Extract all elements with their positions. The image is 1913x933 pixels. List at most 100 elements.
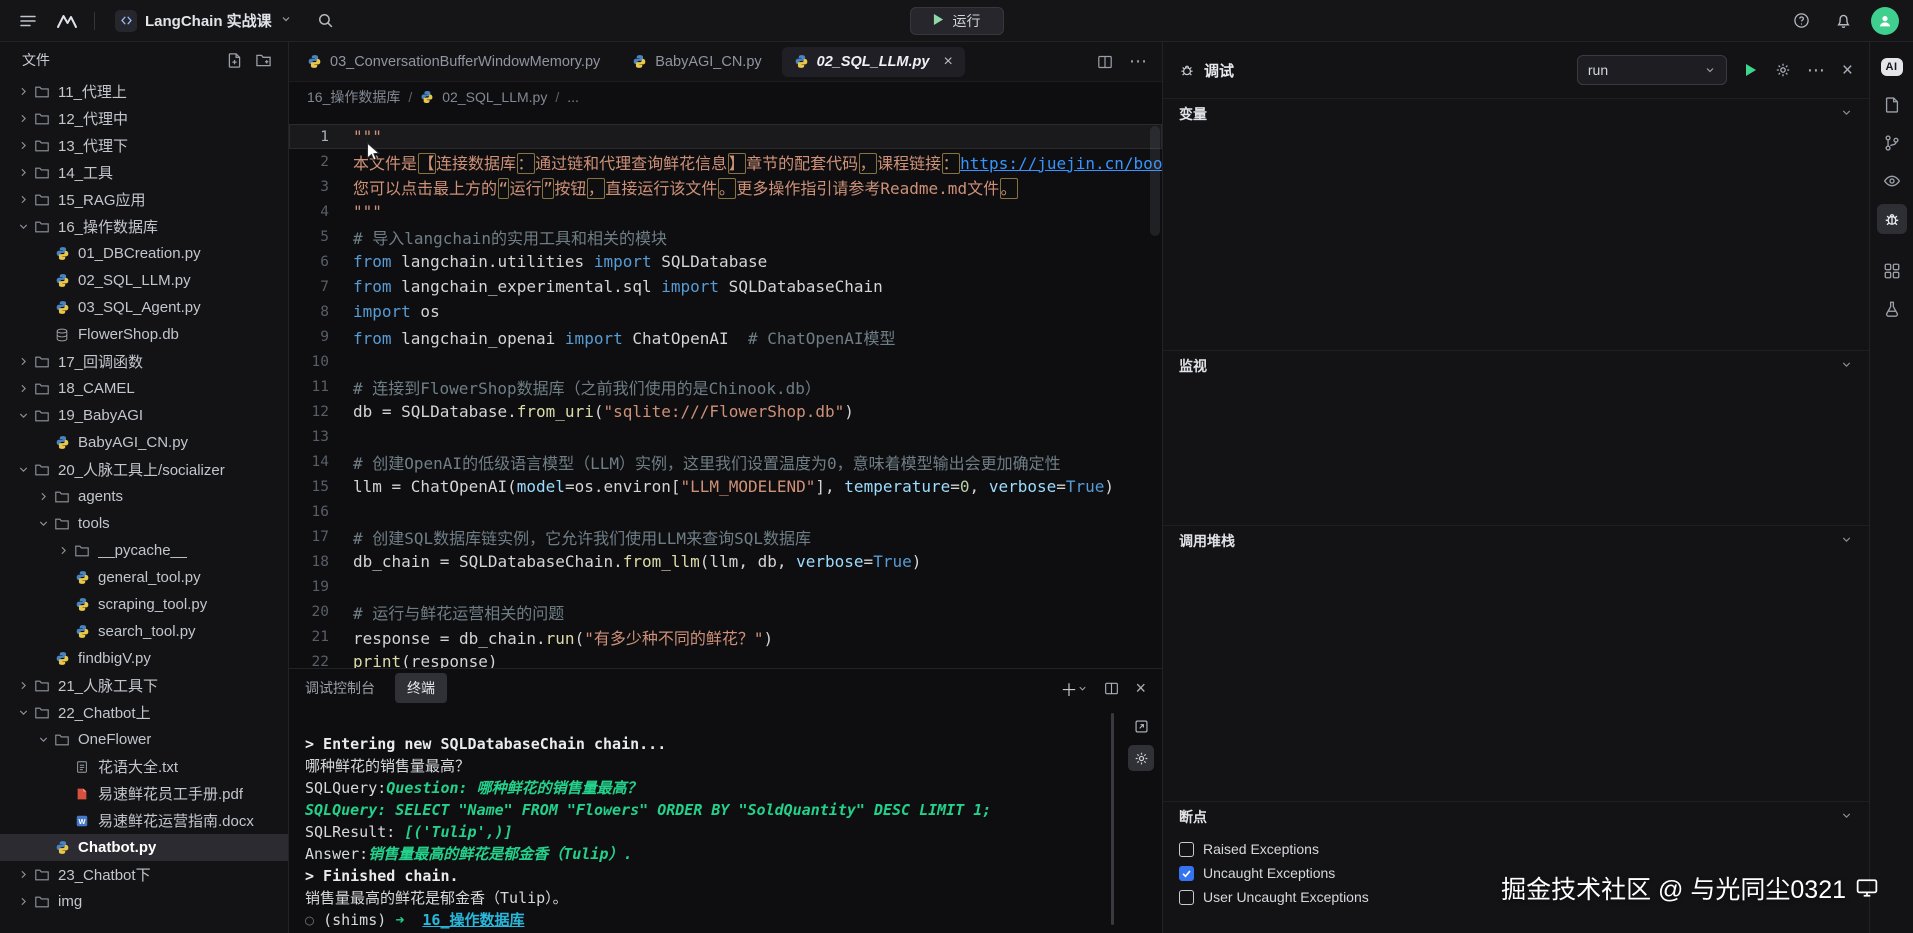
- tree-file-row[interactable]: 花语大全.txt: [0, 753, 288, 780]
- terminal-scrollbar[interactable]: [1111, 713, 1114, 925]
- tree-folder-row[interactable]: 20_人脉工具上/socializer: [0, 456, 288, 483]
- tree-file-row[interactable]: scraping_tool.py: [0, 591, 288, 618]
- tree-file-row[interactable]: W易速鲜花运营指南.docx: [0, 807, 288, 834]
- tree-folder-row[interactable]: 14_工具: [0, 159, 288, 186]
- flask-icon[interactable]: [1877, 294, 1907, 324]
- chevron-right-icon: [14, 382, 32, 395]
- open-in-editor-icon[interactable]: [1128, 713, 1154, 739]
- tree-item-label: 21_人脉工具下: [58, 675, 158, 696]
- tree-folder-row[interactable]: 11_代理上: [0, 78, 288, 105]
- gear-icon[interactable]: [1775, 62, 1791, 78]
- checkbox-unchecked[interactable]: [1179, 842, 1194, 857]
- new-file-icon[interactable]: [226, 52, 243, 69]
- folder-icon: [32, 408, 52, 424]
- tree-item-label: scraping_tool.py: [98, 596, 207, 613]
- tree-folder-row[interactable]: 23_Chatbot下: [0, 861, 288, 888]
- avatar[interactable]: [1871, 7, 1899, 35]
- debug-section-header[interactable]: 监视: [1163, 350, 1869, 380]
- tree-folder-row[interactable]: 12_代理中: [0, 105, 288, 132]
- editor-scrollbar[interactable]: [1150, 126, 1160, 236]
- tab-terminal[interactable]: 终端: [395, 673, 447, 703]
- checkbox-unchecked[interactable]: [1179, 890, 1194, 905]
- tab-label: 03_ConversationBufferWindowMemory.py: [330, 54, 600, 70]
- tree-folder-row[interactable]: tools: [0, 510, 288, 537]
- tree-folder-row[interactable]: 19_BabyAGI: [0, 402, 288, 429]
- run-button[interactable]: 运行: [910, 7, 1004, 35]
- bell-icon[interactable]: [1829, 7, 1857, 35]
- terminal-line: 哪种鲜花的销售量最高？: [305, 755, 1162, 777]
- code-lines: 1"""2本文件是【连接数据库：通过链和代理查询鲜花信息】章节的配套代码，课程链…: [289, 124, 1162, 668]
- tab-debug-console[interactable]: 调试控制台: [305, 678, 375, 698]
- folder-icon: [72, 543, 92, 559]
- editor-tab[interactable]: 02_SQL_LLM.py×: [782, 47, 965, 77]
- breadcrumb-more[interactable]: ...: [567, 89, 579, 105]
- more-actions-icon[interactable]: ⋯: [1129, 51, 1148, 72]
- more-icon[interactable]: ⋯: [1807, 61, 1826, 79]
- branch-icon[interactable]: [1877, 128, 1907, 158]
- debug-section-header[interactable]: 调用堆栈: [1163, 525, 1869, 555]
- grid-icon[interactable]: [1877, 256, 1907, 286]
- chevron-right-icon: [34, 490, 52, 503]
- tree-folder-row[interactable]: 15_RAG应用: [0, 186, 288, 213]
- tree-file-row[interactable]: FlowerShop.db: [0, 321, 288, 348]
- tree-folder-row[interactable]: 21_人脉工具下: [0, 672, 288, 699]
- split-panel-icon[interactable]: [1104, 681, 1119, 696]
- terminal[interactable]: > Entering new SQLDatabaseChain chain...…: [289, 707, 1162, 933]
- start-debugging-icon[interactable]: [1743, 62, 1759, 78]
- bug-icon[interactable]: [1877, 204, 1907, 234]
- tree-file-row[interactable]: 02_SQL_LLM.py: [0, 267, 288, 294]
- tree-file-row[interactable]: 01_DBCreation.py: [0, 240, 288, 267]
- tree-folder-row[interactable]: OneFlower: [0, 726, 288, 753]
- chevron-right-icon: [14, 355, 32, 368]
- tree-file-row[interactable]: findbigV.py: [0, 645, 288, 672]
- terminal-line: 销售量最高的鲜花是郁金香（Tulip）。: [305, 887, 1162, 909]
- tree-file-row[interactable]: search_tool.py: [0, 618, 288, 645]
- debug-section-header[interactable]: 断点: [1163, 801, 1869, 831]
- code-line: 14# 创建OpenAI的低级语言模型（LLM）实例，这里我们设置温度为0，意味…: [289, 449, 1162, 474]
- tree-file-row[interactable]: 易速鲜花员工手册.pdf: [0, 780, 288, 807]
- close-icon[interactable]: ×: [1842, 61, 1853, 80]
- tree-file-row[interactable]: Chatbot.py: [0, 834, 288, 861]
- editor-tab[interactable]: 03_ConversationBufferWindowMemory.py: [291, 42, 616, 81]
- menu-icon[interactable]: [14, 7, 42, 35]
- help-icon[interactable]: [1787, 7, 1815, 35]
- checkbox-checked[interactable]: [1179, 866, 1194, 881]
- terminal-settings-icon[interactable]: [1128, 745, 1154, 771]
- debug-config-select[interactable]: run: [1577, 55, 1727, 85]
- code-editor[interactable]: 1"""2本文件是【连接数据库：通过链和代理查询鲜花信息】章节的配套代码，课程链…: [289, 112, 1162, 668]
- split-editor-icon[interactable]: [1097, 54, 1113, 70]
- tree-folder-row[interactable]: agents: [0, 483, 288, 510]
- close-panel-icon[interactable]: ×: [1135, 678, 1146, 699]
- eye-icon[interactable]: [1877, 166, 1907, 196]
- tree-folder-row[interactable]: 17_回调函数: [0, 348, 288, 375]
- chevron-right-icon: [54, 544, 72, 557]
- code-line: 6from langchain.utilities import SQLData…: [289, 249, 1162, 274]
- debug-section-header[interactable]: 变量: [1163, 98, 1869, 128]
- tree-item-label: 23_Chatbot下: [58, 864, 151, 885]
- ai-icon[interactable]: AI: [1877, 52, 1907, 82]
- tree-folder-row[interactable]: 18_CAMEL: [0, 375, 288, 402]
- file-icon[interactable]: [1877, 90, 1907, 120]
- close-tab-icon[interactable]: ×: [943, 54, 952, 70]
- tree-file-row[interactable]: general_tool.py: [0, 564, 288, 591]
- search-icon[interactable]: [312, 7, 340, 35]
- new-terminal-button[interactable]: ＋: [1060, 676, 1088, 701]
- breakpoint-label: Uncaught Exceptions: [1203, 865, 1335, 881]
- breadcrumb-folder[interactable]: 16_操作数据库: [307, 87, 400, 107]
- project-selector[interactable]: LangChain 实战课: [107, 6, 300, 36]
- tree-folder-row[interactable]: 16_操作数据库: [0, 213, 288, 240]
- tree-folder-row[interactable]: 13_代理下: [0, 132, 288, 159]
- editor-tab[interactable]: BabyAGI_CN.py: [616, 42, 777, 81]
- tree-folder-row[interactable]: img: [0, 888, 288, 915]
- new-folder-icon[interactable]: [255, 52, 272, 69]
- line-number: 14: [289, 454, 353, 470]
- pdf-icon: [72, 787, 92, 801]
- tree-file-row[interactable]: 03_SQL_Agent.py: [0, 294, 288, 321]
- tree-folder-row[interactable]: 22_Chatbot上: [0, 699, 288, 726]
- tree-file-row[interactable]: BabyAGI_CN.py: [0, 429, 288, 456]
- line-number: 9: [289, 329, 353, 345]
- breadcrumb-file[interactable]: 02_SQL_LLM.py: [442, 89, 547, 105]
- tree-folder-row[interactable]: __pycache__: [0, 537, 288, 564]
- breakpoint-row[interactable]: Raised Exceptions: [1163, 837, 1869, 861]
- line-number: 10: [289, 354, 353, 370]
